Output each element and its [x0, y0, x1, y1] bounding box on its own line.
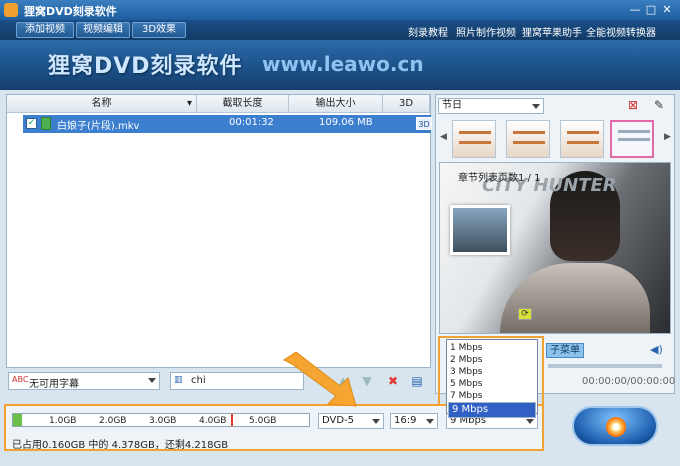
sort-arrow-icon: ▾ — [186, 98, 192, 109]
row-size: 109.06 MB — [319, 117, 373, 128]
close-icon[interactable]: ✕ — [660, 3, 674, 17]
edit-menu-icon[interactable]: ✎ — [652, 98, 666, 112]
chevron-down-icon — [426, 419, 434, 424]
preview-chapter-title: 章节列表页数1 / 1 — [458, 173, 541, 184]
template-thumb-3[interactable] — [560, 120, 604, 158]
window-title: 狸窝DVD刻录软件 — [24, 5, 117, 18]
template-select[interactable]: 节日 — [438, 98, 544, 114]
add-video-button[interactable]: 添加视频 — [16, 22, 74, 38]
subtitle-select[interactable]: ABC 无可用字幕 — [8, 372, 160, 390]
playback-time: 00:00:00/00:00:00 — [582, 376, 676, 387]
menu-bar: 添加视频 视频编辑 3D效果 刻录教程 照片制作视频 狸窝苹果助手 全能视频转换… — [0, 20, 680, 40]
link-burn-tutorial[interactable]: 刻录教程 — [408, 24, 448, 39]
3d-effect-button[interactable]: 3D效果 — [132, 22, 186, 38]
audio-track-icon: ▥ — [174, 375, 183, 385]
subtitle-icon: ABC — [12, 375, 29, 384]
link-photo-video[interactable]: 照片制作视频 — [456, 24, 516, 39]
gauge-tick: 5.0GB — [249, 416, 277, 426]
no-menu-icon[interactable]: ⊠ — [626, 98, 640, 112]
clear-list-icon[interactable]: ▤ — [410, 374, 424, 388]
template-thumb-4[interactable] — [610, 120, 654, 158]
aspect-ratio-value: 16:9 — [394, 415, 417, 426]
chevron-down-icon — [148, 378, 156, 383]
row-filename: 白娘子(片段).mkv — [57, 121, 140, 132]
file-list: 名称 ▾ 截取长度 输出大小 3D ✓ 白娘子(片段).mkv 00:01:32 … — [6, 94, 432, 368]
chevron-down-icon — [526, 419, 534, 424]
highlight-outline — [438, 336, 544, 406]
scroll-left-icon[interactable]: ◀ — [440, 132, 447, 142]
annotation-arrow-icon — [283, 352, 357, 407]
audio-track-value: chi — [191, 375, 206, 386]
gauge-tick: 2.0GB — [99, 416, 127, 426]
template-select-value: 节日 — [442, 100, 462, 111]
row-length: 00:01:32 — [229, 117, 274, 128]
disc-type-select[interactable]: DVD-5 — [318, 413, 384, 429]
loop-icon[interactable]: ⟳ — [518, 308, 532, 320]
playback-progress[interactable] — [548, 364, 662, 368]
burn-disc-icon — [606, 417, 626, 437]
template-thumb-1[interactable] — [452, 120, 496, 158]
burn-button[interactable] — [572, 406, 658, 446]
disc-usage-text: 已占用0.160GB 中的 4.378GB，还剩4.218GB — [12, 440, 229, 451]
chevron-down-icon — [532, 104, 540, 109]
row-checkbox[interactable]: ✓ — [26, 118, 37, 129]
disc-usage-fill — [13, 414, 22, 426]
column-length[interactable]: 截取长度 — [197, 95, 289, 113]
column-size[interactable]: 输出大小 — [289, 95, 383, 113]
speaker-icon[interactable]: ◀) — [650, 344, 663, 356]
restore-icon[interactable]: □ — [644, 3, 658, 17]
3d-icon[interactable]: 3D — [416, 117, 432, 130]
disc-capacity-marker — [231, 414, 233, 426]
app-logo-icon — [4, 3, 18, 17]
gauge-tick: 4.0GB — [199, 416, 227, 426]
disc-usage-gauge: 1.0GB 2.0GB 3.0GB 4.0GB 5.0GB — [12, 413, 310, 427]
chapter-thumbnail[interactable] — [450, 205, 510, 255]
submenu-button[interactable]: 子菜单 — [546, 343, 584, 358]
column-name-label: 名称 — [91, 98, 112, 109]
subtitle-value: 无可用字幕 — [29, 379, 79, 390]
column-3d[interactable]: 3D — [383, 95, 430, 113]
title-bar: 狸窝DVD刻录软件 — □ ✕ — [0, 0, 680, 20]
edit-video-button[interactable]: 视频编辑 — [76, 22, 130, 38]
delete-icon[interactable]: ✖ — [386, 374, 400, 388]
gauge-tick: 3.0GB — [149, 416, 177, 426]
gauge-tick: 1.0GB — [49, 416, 77, 426]
table-row[interactable]: ✓ 白娘子(片段).mkv 00:01:32 109.06 MB 3D — [23, 115, 432, 133]
chevron-down-icon — [372, 419, 380, 424]
banner-product-name: 狸窝DVD刻录软件 — [48, 54, 243, 79]
video-file-icon — [41, 117, 51, 130]
menu-preview: CITY HUNTER 章节列表页数1 / 1 ⟳ — [439, 162, 671, 334]
minimize-icon[interactable]: — — [628, 3, 642, 17]
preview-figure — [500, 263, 650, 333]
link-video-converter[interactable]: 全能视频转换器 — [586, 24, 656, 39]
column-name[interactable]: 名称 ▾ — [7, 95, 197, 113]
banner-site: www.leawo.cn — [262, 52, 424, 76]
disc-type-value: DVD-5 — [322, 415, 355, 426]
aspect-ratio-select[interactable]: 16:9 — [390, 413, 438, 429]
banner: 狸窝DVD刻录软件 www.leawo.cn — [0, 40, 680, 90]
scroll-right-icon[interactable]: ▶ — [664, 132, 671, 142]
template-thumb-2[interactable] — [506, 120, 550, 158]
link-apple-helper[interactable]: 狸窝苹果助手 — [522, 24, 582, 39]
